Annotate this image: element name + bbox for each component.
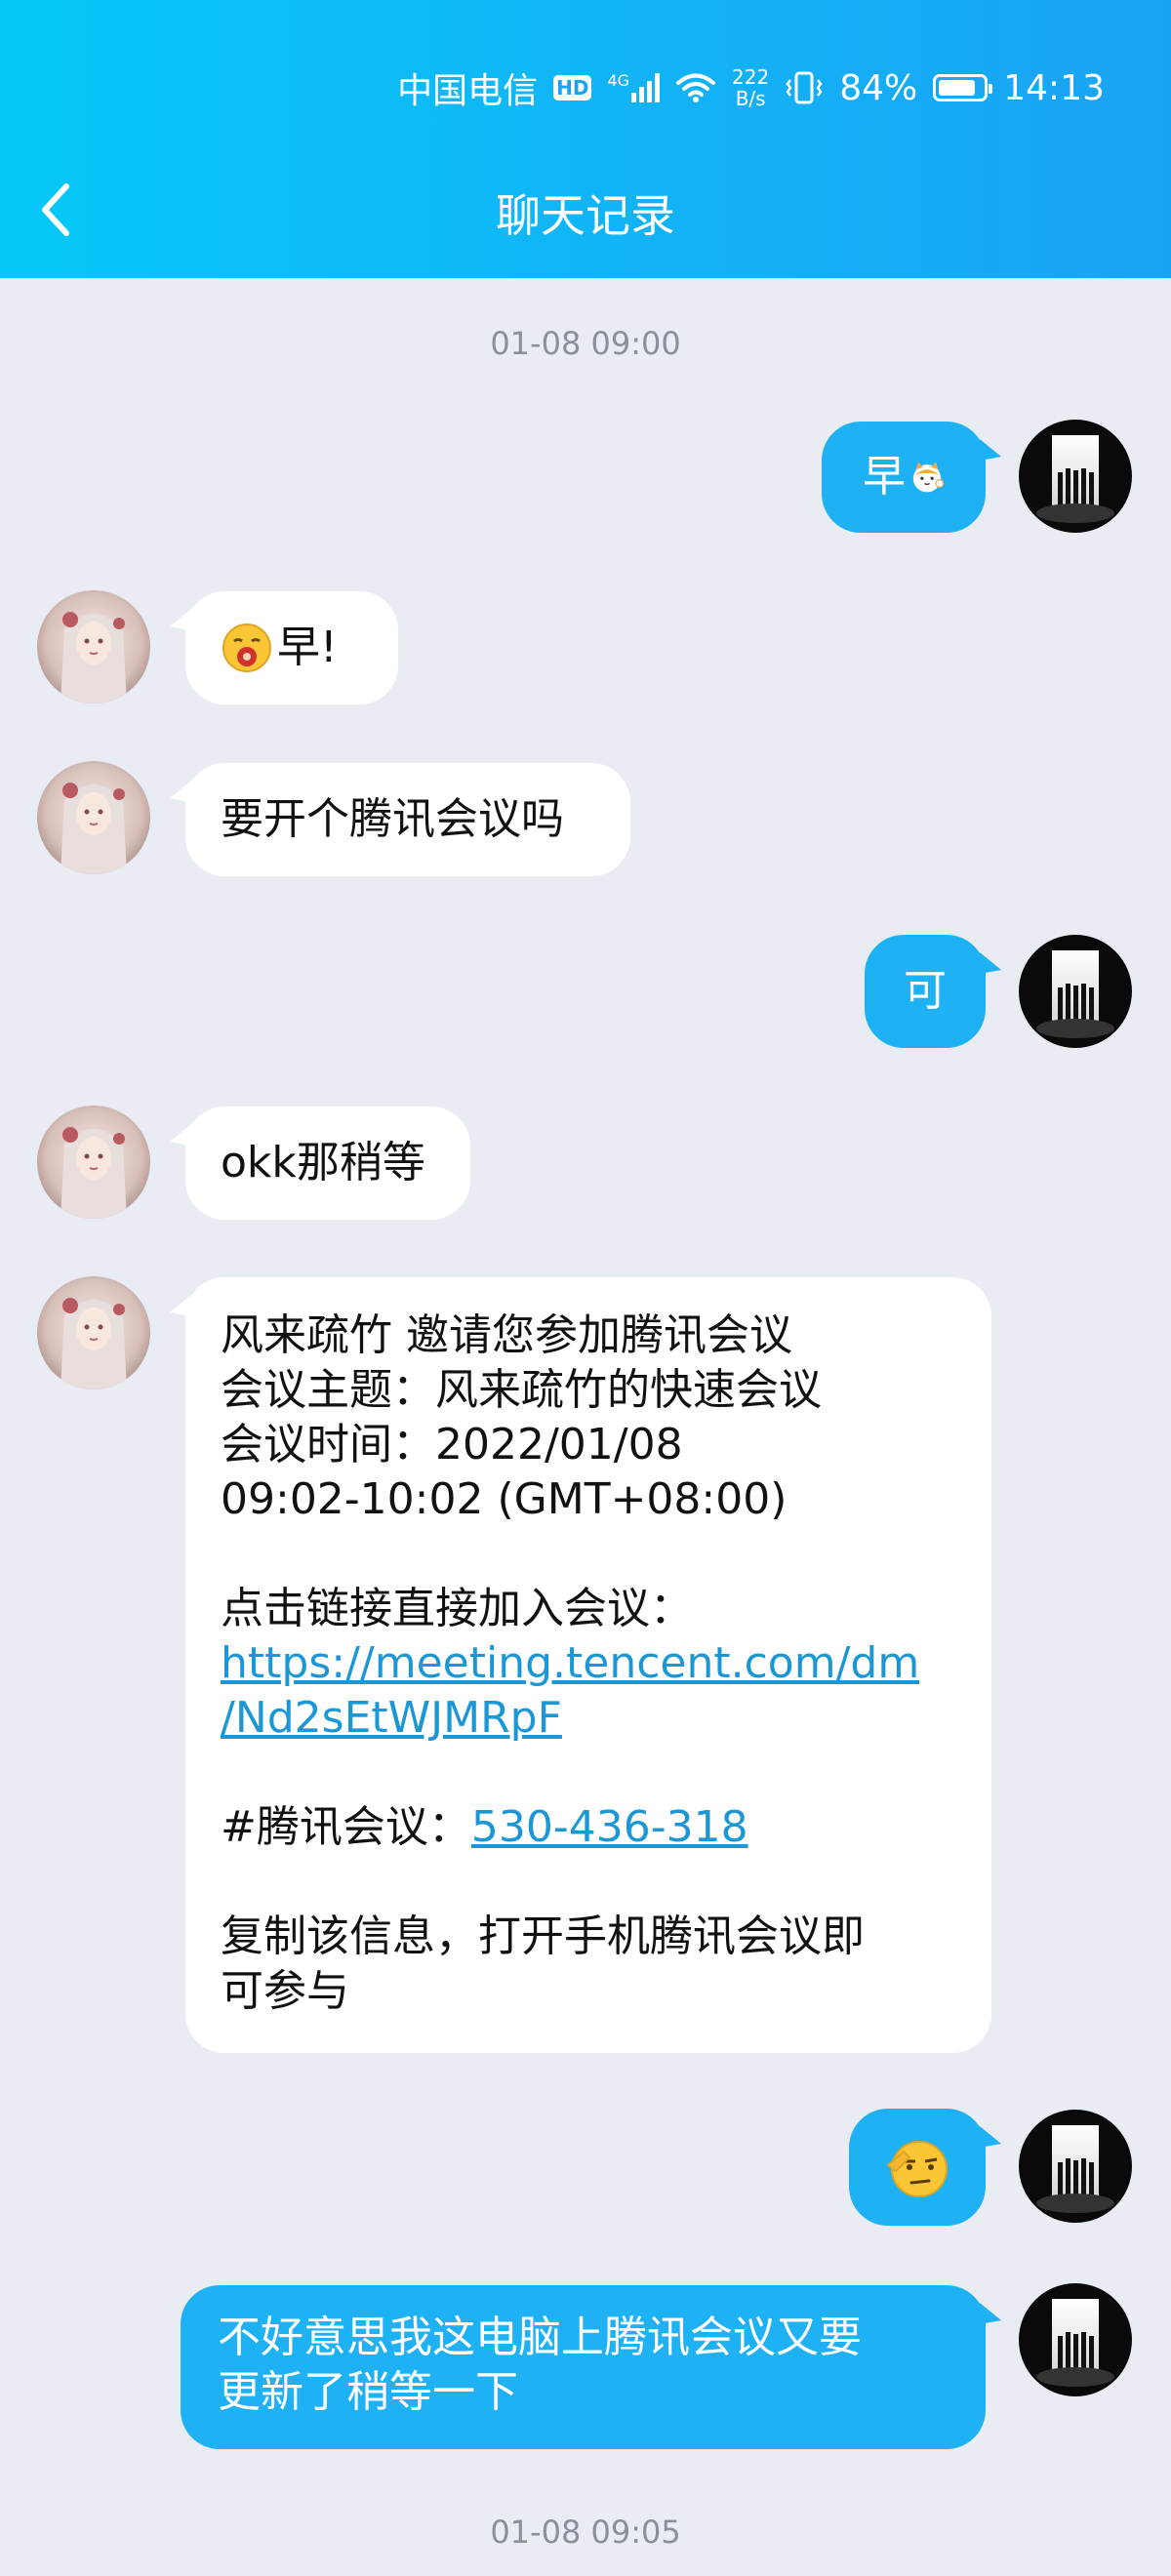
message-text: 要开个腾讯会议吗 xyxy=(221,794,564,844)
avatar-contact-image xyxy=(37,1106,150,1219)
battery-percent: 84% xyxy=(839,67,918,108)
avatar-self[interactable] xyxy=(1019,935,1132,1048)
avatar-contact-image xyxy=(37,761,150,874)
invite-date: 会议时间：2022/01/08 xyxy=(221,1420,683,1469)
meeting-link-continued[interactable]: /Nd2sEtWJMRpF xyxy=(221,1691,956,1746)
timestamp: 01-08 09:05 xyxy=(490,2514,681,2551)
meeting-id-row: #腾讯会议：530-436-318 xyxy=(221,1800,956,1855)
network-speed-value: 222 xyxy=(732,65,770,89)
avatar-self[interactable] xyxy=(1019,2110,1132,2223)
invite-line: 风来疏竹 邀请您参加腾讯会议 xyxy=(221,1310,792,1360)
avatar-contact-image xyxy=(37,1276,150,1389)
message-bubble-received[interactable]: 要开个腾讯会议吗 xyxy=(185,763,630,876)
message-bubble-received[interactable]: 早! xyxy=(185,591,398,704)
meeting-id-link[interactable]: 530-436-318 xyxy=(471,1802,748,1852)
network-speed: 222 B/s xyxy=(732,66,769,109)
meeting-invite-message[interactable]: 风来疏竹 邀请您参加腾讯会议 会议主题：风来疏竹的快速会议 会议时间：2022/… xyxy=(185,1277,991,2053)
message-text: okk那稍等 xyxy=(221,1138,425,1187)
invite-topic: 会议主题：风来疏竹的快速会议 xyxy=(221,1365,822,1415)
message-text: 可 xyxy=(904,966,947,1016)
nav-bar: 聊天记录 xyxy=(0,161,1171,259)
status-bar: 中国电信 HD 4G 222 B/s 84% 14:13 xyxy=(397,60,1105,115)
page-title: 聊天记录 xyxy=(496,189,675,242)
invite-instruction: 复制该信息，打开手机腾讯会议即 xyxy=(221,1912,865,1961)
avatar-self-image xyxy=(1019,2110,1132,2223)
avatar-contact[interactable] xyxy=(37,590,150,704)
message-bubble-sent[interactable]: 可 xyxy=(865,935,986,1048)
message-bubble-sent[interactable] xyxy=(849,2109,986,2226)
avatar-self-image xyxy=(1019,935,1132,1048)
wifi-icon xyxy=(676,73,716,102)
cell-signal-icon: 4G xyxy=(607,71,661,102)
meeting-link[interactable]: https://meeting.tencent.com/dm xyxy=(221,1636,956,1691)
avatar-contact[interactable] xyxy=(37,1276,150,1389)
vibrate-icon xyxy=(786,71,823,104)
network-speed-unit: B/s xyxy=(735,87,766,110)
message-bubble-sent[interactable]: 不好意思我这电脑上腾讯会议又要 更新了稍等一下 xyxy=(181,2285,986,2449)
message-bubble-sent[interactable]: 早 xyxy=(822,422,986,533)
message-text-continued: 更新了稍等一下 xyxy=(218,2367,518,2417)
avatar-contact-image xyxy=(37,590,150,704)
message-text: 早 xyxy=(863,452,906,502)
avatar-self-image xyxy=(1019,420,1132,533)
message-text: 不好意思我这电脑上腾讯会议又要 xyxy=(218,2313,862,2362)
battery-icon xyxy=(933,74,993,101)
avatar-contact[interactable] xyxy=(37,761,150,874)
cat-waving-sticker-icon xyxy=(912,462,945,493)
invite-time: 09:02-10:02 (GMT+08:00) xyxy=(221,1474,787,1524)
salute-emoji-icon xyxy=(886,2141,948,2197)
network-type-label: 4G xyxy=(607,71,630,90)
app-header: 中国电信 HD 4G 222 B/s 84% 14:13 聊天记录 xyxy=(0,0,1171,278)
hd-icon: HD xyxy=(553,75,592,101)
yawning-face-emoji-icon xyxy=(222,624,271,672)
meeting-id-label: #腾讯会议： xyxy=(221,1802,471,1852)
message-bubble-received[interactable]: okk那稍等 xyxy=(185,1107,470,1220)
clock: 14:13 xyxy=(1003,67,1105,108)
timestamp: 01-08 09:00 xyxy=(490,325,681,362)
avatar-self[interactable] xyxy=(1019,420,1132,533)
avatar-self-image xyxy=(1019,2283,1132,2396)
carrier-label: 中国电信 xyxy=(397,71,539,111)
invite-instruction-continued: 可参与 xyxy=(221,1966,349,2016)
invite-link-label: 点击链接直接加入会议： xyxy=(221,1584,693,1633)
message-text: 早! xyxy=(277,623,338,672)
avatar-self[interactable] xyxy=(1019,2283,1132,2396)
avatar-contact[interactable] xyxy=(37,1106,150,1219)
